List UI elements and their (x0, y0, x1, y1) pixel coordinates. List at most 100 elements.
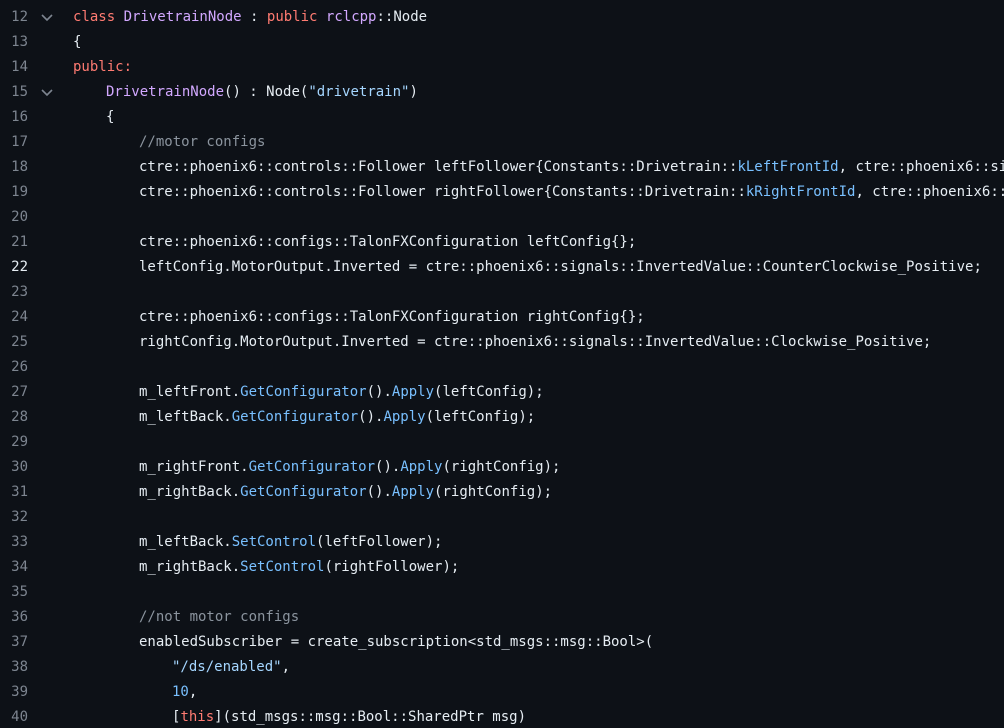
code-token: ) (409, 84, 418, 100)
line-number: 16 (11, 109, 28, 125)
code-token: 10 (172, 684, 189, 700)
code-token: rclcpp (325, 9, 377, 25)
code-line[interactable]: 13 { (0, 30, 1004, 55)
code-line[interactable]: 22 leftConfig.MotorOutput.Inverted = ctre… (0, 255, 1004, 280)
line-number: 18 (11, 159, 28, 175)
line-number: 15 (11, 84, 28, 100)
line-number: 34 (11, 559, 28, 575)
line-number: 39 (11, 684, 28, 700)
code-token: (). (358, 409, 384, 425)
line-number: 14 (11, 59, 28, 75)
code-line[interactable]: 34 m_rightBack.SetControl(rightFollower); (0, 555, 1004, 580)
code-text: //not motor configs (139, 605, 299, 630)
line-number: 35 (11, 584, 28, 600)
code-text: ctre::phoenix6::configs::TalonFXConfigur… (139, 230, 636, 255)
code-token: public (266, 9, 326, 25)
code-token: //motor configs (139, 134, 266, 150)
code-line[interactable]: 17 //motor configs (0, 130, 1004, 155)
code-line[interactable]: 19 ctre::phoenix6::controls::Follower rig… (0, 180, 1004, 205)
code-token: SetControl (240, 559, 325, 575)
line-number: 25 (11, 334, 28, 350)
code-token: kLeftFrontId (737, 159, 839, 175)
code-line[interactable]: 25 rightConfig.MotorOutput.Inverted = ctr… (0, 330, 1004, 355)
code-line[interactable]: 27 m_leftFront.GetConfigurator().Apply(le… (0, 380, 1004, 405)
line-number: 33 (11, 534, 28, 550)
code-token: ::Node (376, 9, 428, 25)
code-token: : (241, 9, 267, 25)
code-line[interactable]: 31 m_rightBack.GetConfigurator().Apply(ri… (0, 480, 1004, 505)
code-line[interactable]: 23 (0, 280, 1004, 305)
code-line[interactable]: 24 ctre::phoenix6::configs::TalonFXConfig… (0, 305, 1004, 330)
code-line[interactable]: 15 DrivetrainNode() : Node("drivetrain") (0, 80, 1004, 105)
code-token: class (73, 9, 124, 25)
code-token: kRightFrontId (745, 184, 856, 200)
code-token: () : Node( (224, 84, 309, 100)
line-number: 31 (11, 484, 28, 500)
code-line[interactable]: 38 "/ds/enabled", (0, 655, 1004, 680)
code-line[interactable]: 39 10, (0, 680, 1004, 705)
code-token: { (73, 34, 82, 50)
line-number: 17 (11, 134, 28, 150)
code-token: (leftFollower); (316, 534, 443, 550)
code-line[interactable]: 37 enabledSubscriber = create_subscriptio… (0, 630, 1004, 655)
line-number: 21 (11, 234, 28, 250)
code-line[interactable]: 18 ctre::phoenix6::controls::Follower lef… (0, 155, 1004, 180)
code-editor[interactable]: 12 class DrivetrainNode : public rclcpp::… (0, 5, 1004, 728)
code-line[interactable]: 28 m_leftBack.GetConfigurator().Apply(lef… (0, 405, 1004, 430)
code-text: rightConfig.MotorOutput.Inverted = ctre:… (139, 330, 931, 355)
code-token: , ctre::phoenix6::signals::MotorAlignmen… (855, 184, 1004, 200)
line-number: 32 (11, 509, 28, 525)
code-line[interactable]: 21 ctre::phoenix6::configs::TalonFXConfig… (0, 230, 1004, 255)
code-text: enabledSubscriber = create_subscription<… (139, 630, 653, 655)
code-line[interactable]: 12 class DrivetrainNode : public rclcpp::… (0, 5, 1004, 30)
line-number: 26 (11, 359, 28, 375)
code-token: this (180, 709, 215, 725)
line-number: 40 (11, 709, 28, 725)
code-token: , ctre::phoenix6::signals::MotorAlignmen… (838, 159, 1004, 175)
code-token: GetConfigurator (240, 384, 367, 400)
fold-chevron-down-icon[interactable] (40, 13, 54, 23)
code-line[interactable]: 26 (0, 355, 1004, 380)
code-text: class DrivetrainNode : public rclcpp::No… (73, 5, 427, 30)
code-token: (). (366, 484, 392, 500)
code-line[interactable]: 40 [this](std_msgs::msg::Bool::SharedPtr … (0, 705, 1004, 728)
code-text: m_rightBack.GetConfigurator().Apply(righ… (139, 480, 552, 505)
code-line[interactable]: 16 { (0, 105, 1004, 130)
code-token: Apply (383, 409, 426, 425)
code-line[interactable]: 30 m_rightFront.GetConfigurator().Apply(r… (0, 455, 1004, 480)
code-token: enabledSubscriber = create_subscription<… (139, 634, 654, 650)
code-text: ctre::phoenix6::controls::Follower right… (139, 180, 1004, 205)
line-number: 19 (11, 184, 28, 200)
code-token: GetConfigurator (248, 459, 376, 475)
code-token: "drivetrain" (308, 84, 410, 100)
code-token: GetConfigurator (231, 409, 359, 425)
code-token: (). (366, 384, 392, 400)
code-line[interactable]: 32 (0, 505, 1004, 530)
code-line[interactable]: 33 m_leftBack.SetControl(leftFollower); (0, 530, 1004, 555)
code-text: "/ds/enabled", (172, 655, 290, 680)
code-text: ctre::phoenix6::configs::TalonFXConfigur… (139, 305, 645, 330)
code-line[interactable]: 36 //not motor configs (0, 605, 1004, 630)
code-line[interactable]: 20 (0, 205, 1004, 230)
code-text: m_rightBack.SetControl(rightFollower); (139, 555, 459, 580)
line-number: 13 (11, 34, 28, 50)
code-token: Apply (391, 484, 435, 500)
code-token: SetControl (231, 534, 317, 550)
fold-chevron-down-icon[interactable] (40, 88, 54, 98)
code-line[interactable]: 35 (0, 580, 1004, 605)
code-line[interactable]: 14 public: (0, 55, 1004, 80)
code-line[interactable]: 29 (0, 430, 1004, 455)
code-token: DrivetrainNode (106, 84, 225, 100)
line-number: 20 (11, 209, 28, 225)
code-token: Apply (400, 459, 443, 475)
code-token: public: (73, 59, 133, 75)
code-token: (leftConfig); (425, 409, 536, 425)
code-token: ctre::phoenix6::controls::Follower leftF… (139, 159, 738, 175)
line-number: 23 (11, 284, 28, 300)
code-text: ctre::phoenix6::controls::Follower leftF… (139, 155, 1004, 180)
code-token: m_leftFront. (139, 384, 241, 400)
code-token: "/ds/enabled" (172, 659, 282, 675)
code-token: GetConfigurator (240, 484, 367, 500)
code-token: leftConfig.MotorOutput.Inverted = ctre::… (139, 259, 982, 275)
code-token: , (281, 659, 291, 675)
